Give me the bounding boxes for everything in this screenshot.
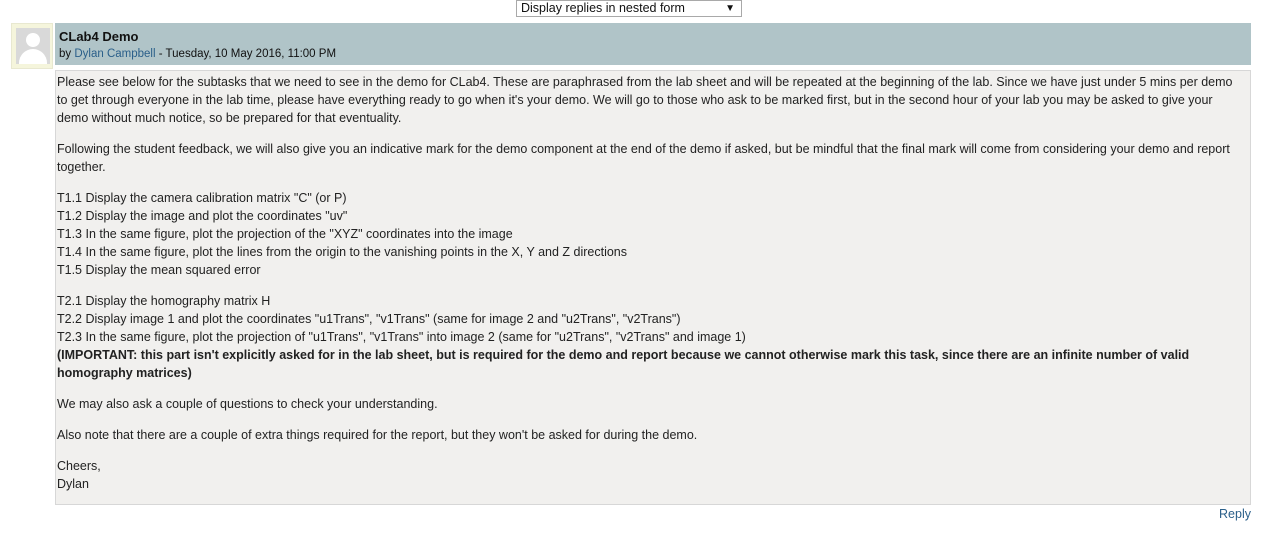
task-item: T1.2 Display the image and plot the coor… (57, 209, 348, 223)
author-link[interactable]: Dylan Campbell (74, 48, 155, 60)
chevron-down-icon: ▼ (725, 3, 735, 14)
post-date: - Tuesday, 10 May 2016, 11:00 PM (155, 48, 337, 60)
post-content: Please see below for the subtasks that w… (55, 70, 1251, 505)
byline-prefix: by (59, 48, 72, 60)
important-note: (IMPORTANT: this part isn't explicitly a… (57, 348, 1190, 380)
task-item: T1.4 In the same figure, plot the lines … (57, 245, 628, 259)
task-item: T2.3 In the same figure, plot the projec… (57, 330, 746, 344)
paragraph-questions: We may also ask a couple of questions to… (57, 397, 438, 411)
avatar[interactable] (11, 23, 53, 69)
task-item: T2.2 Display image 1 and plot the coordi… (57, 312, 681, 326)
paragraph-intro: Please see below for the subtasks that w… (57, 75, 1233, 125)
paragraph-feedback: Following the student feedback, we will … (57, 142, 1230, 174)
display-mode-select[interactable]: Display replies in nested form ▼ (516, 0, 742, 17)
task-item: T1.5 Display the mean squared error (57, 263, 261, 277)
post-header: CLab4 Demo by Dylan Campbell - Tuesday, … (55, 23, 1251, 65)
task-list-2: T2.1 Display the homography matrix H T2.… (57, 292, 1240, 382)
task-item: T1.3 In the same figure, plot the projec… (57, 227, 513, 241)
post-title: CLab4 Demo (59, 29, 139, 44)
paragraph-report-note: Also note that there are a couple of ext… (57, 428, 698, 442)
display-mode-value: Display replies in nested form (521, 1, 685, 15)
signoff-name: Dylan (57, 477, 89, 491)
user-avatar-icon (16, 28, 50, 64)
signoff-line: Cheers, (57, 459, 101, 473)
reply-link[interactable]: Reply (1219, 507, 1251, 521)
task-list-1: T1.1 Display the camera calibration matr… (57, 189, 1240, 279)
post-byline: by Dylan Campbell - Tuesday, 10 May 2016… (59, 47, 1251, 61)
task-item: T2.1 Display the homography matrix H (57, 294, 271, 308)
task-item: T1.1 Display the camera calibration matr… (57, 191, 347, 205)
